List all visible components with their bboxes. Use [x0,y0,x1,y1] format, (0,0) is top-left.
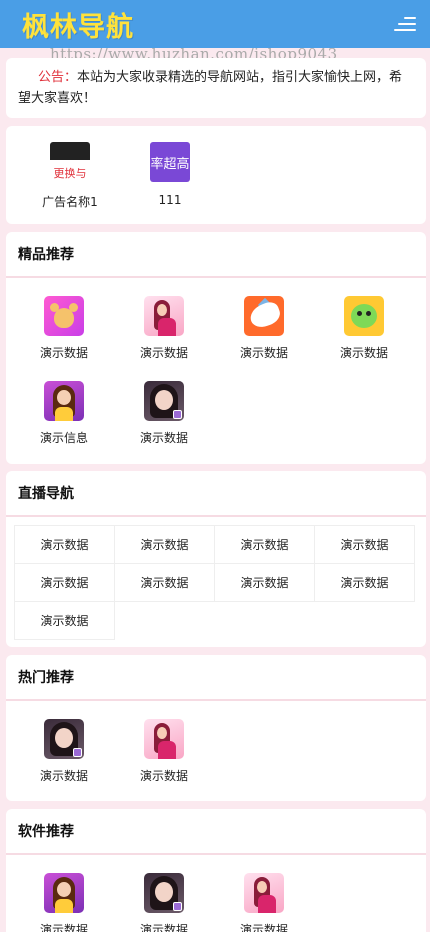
notice-card: 公告：本站为大家收录精选的导航网站，指引大家愉快上网，希望大家喜欢！ [6,58,426,118]
app-label: 演示数据 [39,923,88,932]
dragon-icon [344,296,384,336]
notice-label: 公告： [38,70,78,85]
app-label: 演示数据 [139,923,188,932]
live-link[interactable]: 演示数据 [14,563,115,602]
deer-icon [44,296,84,336]
selfie-icon [44,719,84,759]
top-header: 枫林导航 [0,0,430,48]
live-link-grid: 演示数据 演示数据 演示数据 演示数据 演示数据 演示数据 演示数据 演示数据 … [14,525,415,640]
girl-purple-icon [44,381,84,421]
app-item[interactable]: 演示信息 [14,381,114,446]
girl-pink-icon [144,296,184,336]
app-item[interactable]: 演示数据 [14,719,114,784]
featured-section: 精品推荐 演示数据 演示数据 演示数据 演示数据 演示信息 演示数据 [6,232,426,464]
live-link[interactable]: 演示数据 [314,563,415,602]
software-section: 软件推荐 演示数据 演示数据 演示数据 [6,809,426,932]
app-label: 演示数据 [139,346,188,360]
app-label: 演示数据 [39,346,88,360]
girl-pink-icon [244,873,284,913]
app-label: 演示数据 [239,346,288,360]
app-item[interactable]: 演示数据 [214,296,314,361]
menu-icon[interactable] [394,15,416,33]
app-label: 演示数据 [139,431,188,445]
ad-item[interactable]: 更换与 广告名称1 [20,142,120,210]
live-link[interactable]: 演示数据 [14,525,115,564]
live-link[interactable]: 演示数据 [314,525,415,564]
site-logo[interactable]: 枫林导航 [22,5,134,44]
app-item[interactable]: 演示数据 [214,873,314,932]
app-item[interactable]: 演示数据 [114,719,214,784]
app-label: 演示数据 [139,769,188,783]
ad-label: 111 [158,193,182,207]
ad-item[interactable]: 率超高 111 [120,142,220,207]
section-title: 精品推荐 [6,232,426,278]
app-item[interactable]: 演示数据 [114,381,214,446]
selfie-icon [144,381,184,421]
section-title: 直播导航 [6,471,426,517]
girl-pink-icon [144,719,184,759]
live-link[interactable]: 演示数据 [214,563,315,602]
app-label: 演示信息 [39,431,88,445]
shark-icon [244,296,284,336]
girl-purple-icon [44,873,84,913]
live-link[interactable]: 演示数据 [114,525,215,564]
hot-section: 热门推荐 演示数据 演示数据 [6,655,426,801]
app-label: 演示数据 [339,346,388,360]
live-section: 直播导航 演示数据 演示数据 演示数据 演示数据 演示数据 演示数据 演示数据 … [6,471,426,647]
app-item[interactable]: 演示数据 [114,873,214,932]
selfie-icon [144,873,184,913]
app-item[interactable]: 演示数据 [114,296,214,361]
app-item[interactable]: 演示数据 [14,296,114,361]
section-title: 热门推荐 [6,655,426,701]
live-link[interactable]: 演示数据 [214,525,315,564]
app-item[interactable]: 演示数据 [14,873,114,932]
app-item[interactable]: 演示数据 [314,296,414,361]
ad-label: 广告名称1 [42,195,98,209]
ad-image: 率超高 [150,142,190,182]
live-link[interactable]: 演示数据 [114,563,215,602]
ads-card: 更换与 广告名称1 率超高 111 [6,126,426,224]
app-label: 演示数据 [39,769,88,783]
app-label: 演示数据 [239,923,288,932]
section-title: 软件推荐 [6,809,426,855]
ad-image: 更换与 [50,142,90,182]
live-link[interactable]: 演示数据 [14,601,115,640]
